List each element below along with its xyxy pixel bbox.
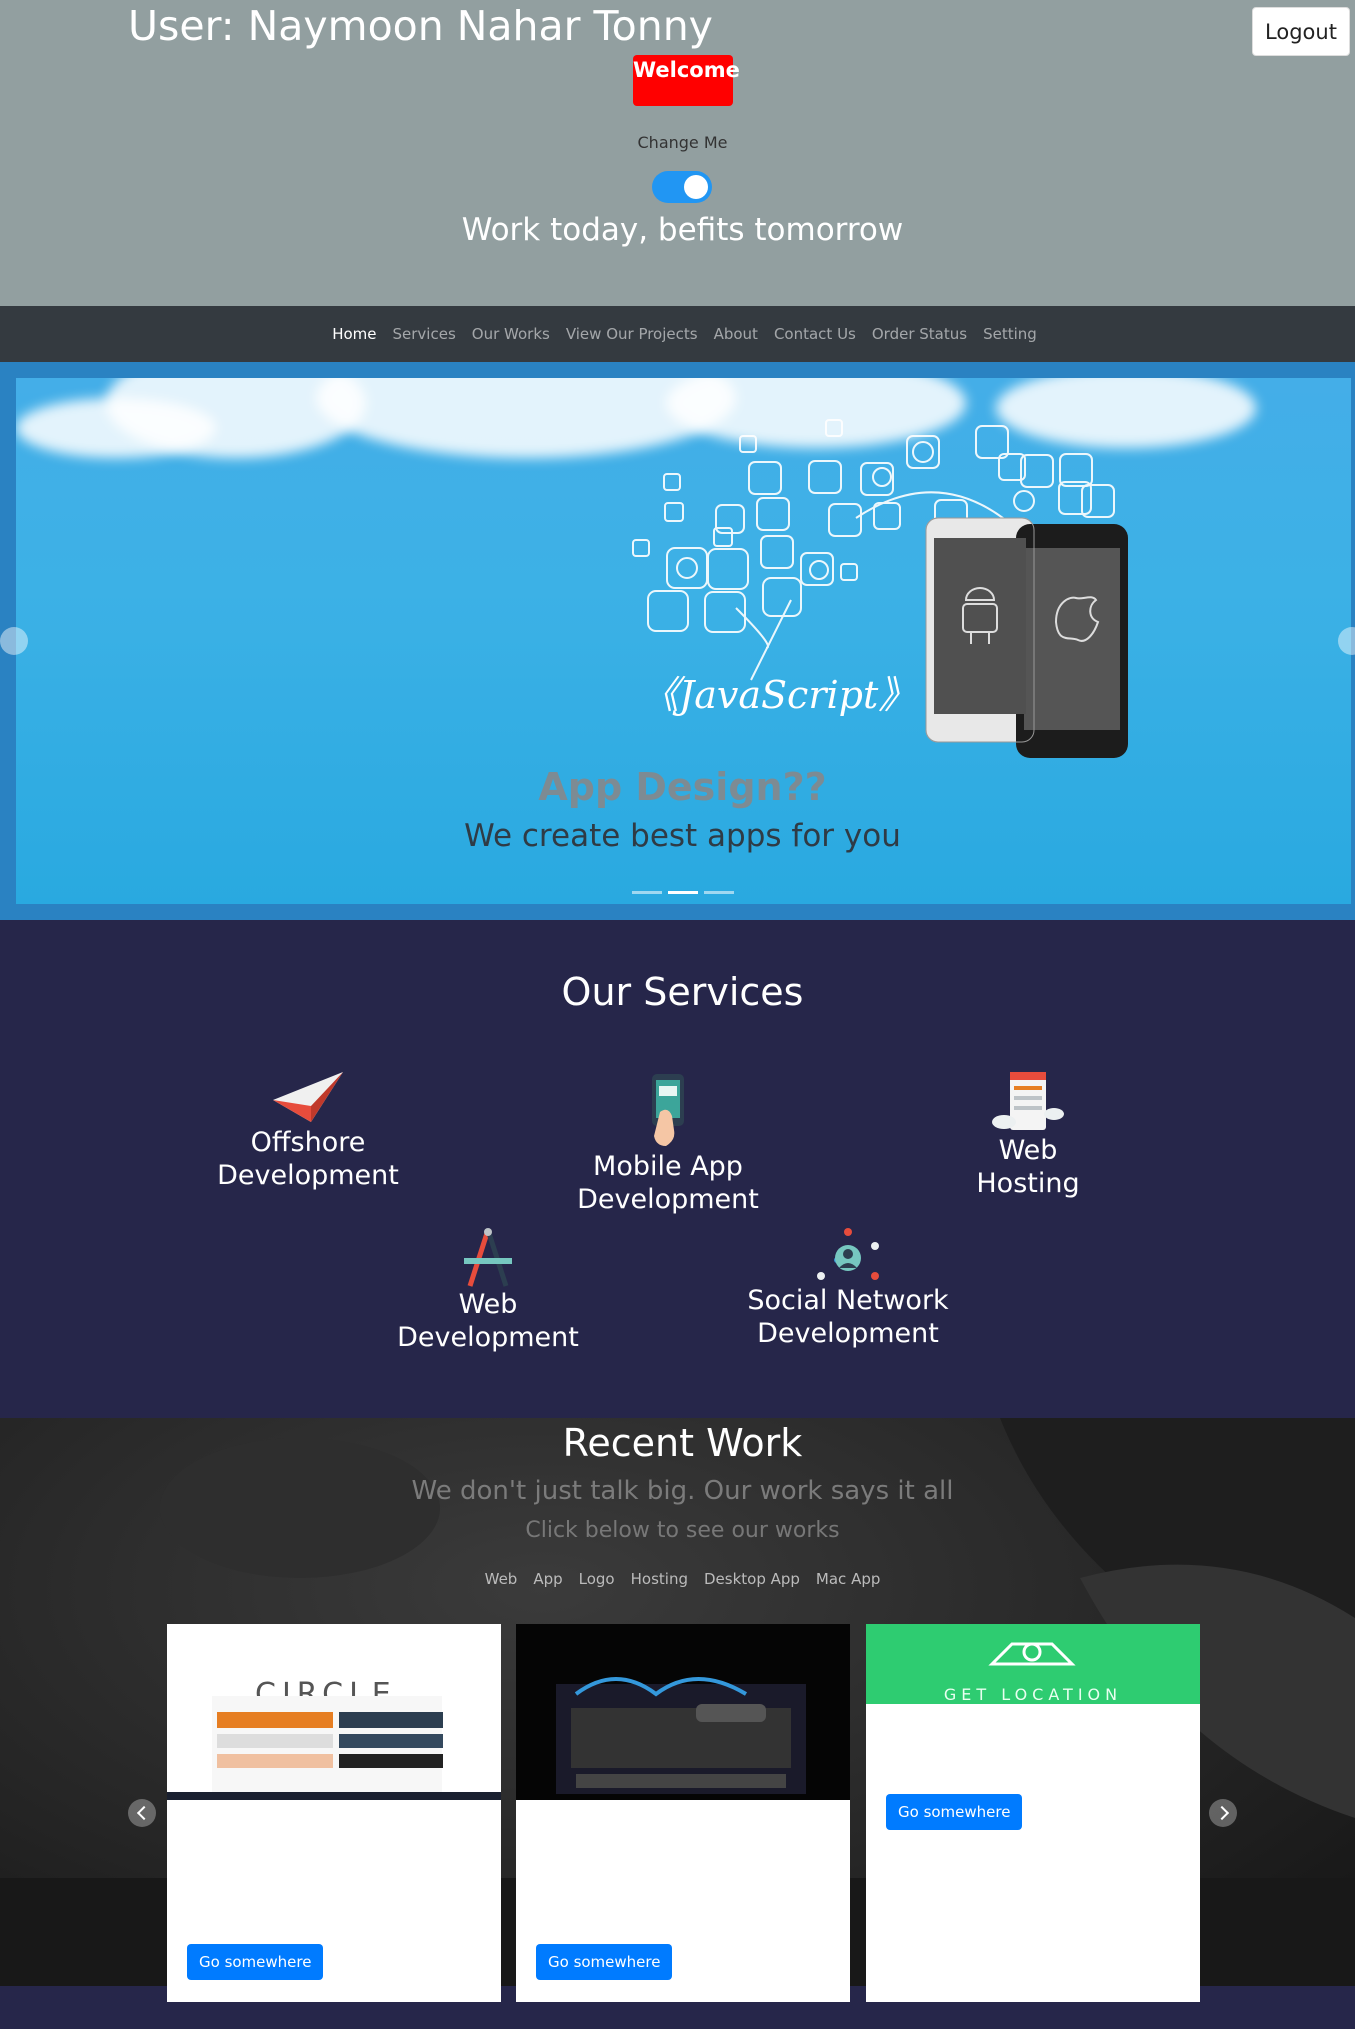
nav-view-our-projects[interactable]: View Our Projects bbox=[566, 325, 698, 343]
nav-our-works[interactable]: Our Works bbox=[472, 325, 550, 343]
work-card: CIRCLE Go somewhere bbox=[167, 1624, 501, 2002]
service-label: Mobile App bbox=[593, 1151, 743, 1182]
carousel-prev-button[interactable] bbox=[0, 627, 28, 655]
go-somewhere-button[interactable]: Go somewhere bbox=[886, 1794, 1023, 1830]
carousel-indicator[interactable] bbox=[632, 891, 662, 894]
service-label: Web bbox=[458, 1289, 518, 1320]
service-social-network-development[interactable]: Social Network Development bbox=[728, 1226, 968, 1350]
work-next-button[interactable] bbox=[1209, 1799, 1237, 1827]
card-image: CIRCLE bbox=[167, 1624, 501, 1800]
card-image-location-text: GET LOCATION bbox=[944, 1685, 1122, 1704]
service-label: Offshore bbox=[250, 1127, 366, 1158]
carousel-indicators bbox=[632, 891, 734, 894]
service-web-hosting[interactable]: Web Hosting bbox=[908, 1070, 1148, 1200]
service-web-development[interactable]: Web Development bbox=[368, 1226, 608, 1354]
service-label: Social Network bbox=[747, 1285, 949, 1316]
service-mobile-app-development[interactable]: Mobile App Development bbox=[548, 1072, 788, 1216]
javascript-slide-text: 《JavaScript》 bbox=[641, 673, 916, 717]
navbar: Home Services Our Works View Our Project… bbox=[0, 306, 1355, 362]
network-user-icon bbox=[817, 1228, 879, 1280]
filter-hosting[interactable]: Hosting bbox=[631, 1570, 688, 1588]
design-tools-icon bbox=[464, 1228, 512, 1287]
carousel-caption-subtitle: We create best apps for you bbox=[464, 818, 901, 854]
work-card: Go somewhere bbox=[516, 1624, 850, 2002]
filter-app[interactable]: App bbox=[533, 1570, 562, 1588]
nav-services[interactable]: Services bbox=[393, 325, 456, 343]
welcome-badge: Welcome bbox=[633, 55, 740, 106]
service-label: Development bbox=[217, 1160, 399, 1191]
recent-work-subtitle: We don't just talk big. Our work says it… bbox=[411, 1476, 954, 1506]
service-label: Hosting bbox=[976, 1168, 1080, 1199]
service-label: Development bbox=[757, 1318, 939, 1349]
carousel-indicator[interactable] bbox=[704, 891, 734, 894]
change-me-toggle[interactable] bbox=[652, 171, 712, 203]
services-title: Our Services bbox=[561, 970, 804, 1014]
nav-contact-us[interactable]: Contact Us bbox=[774, 325, 856, 343]
filter-mac-app[interactable]: Mac App bbox=[816, 1570, 880, 1588]
paper-plane-icon bbox=[273, 1072, 343, 1122]
toggle-knob bbox=[684, 175, 708, 199]
go-somewhere-button[interactable]: Go somewhere bbox=[536, 1944, 673, 1980]
phones-illustration bbox=[925, 517, 1128, 758]
logout-button[interactable]: Logout bbox=[1252, 7, 1350, 56]
recent-work-subtitle-2: Click below to see our works bbox=[525, 1518, 840, 1543]
user-title: User: Naymoon Nahar Tonny bbox=[128, 2, 713, 50]
nav-setting[interactable]: Setting bbox=[983, 325, 1037, 343]
carousel-indicator[interactable] bbox=[668, 891, 698, 894]
change-me-label: Change Me bbox=[637, 133, 728, 152]
filter-desktop-app[interactable]: Desktop App bbox=[704, 1570, 800, 1588]
work-prev-button[interactable] bbox=[128, 1799, 156, 1827]
carousel-caption-title: App Design?? bbox=[538, 765, 827, 809]
filter-logo[interactable]: Logo bbox=[579, 1570, 615, 1588]
service-label: Development bbox=[577, 1184, 759, 1215]
nav-home[interactable]: Home bbox=[332, 325, 376, 343]
server-cloud-icon bbox=[992, 1072, 1064, 1130]
service-label: Web bbox=[998, 1135, 1058, 1166]
motto: Work today, befits tomorrow bbox=[461, 212, 904, 248]
recent-work-title: Recent Work bbox=[562, 1421, 803, 1465]
card-image: GET LOCATION bbox=[866, 1624, 1200, 1704]
filter-web[interactable]: Web bbox=[485, 1570, 518, 1588]
nav-about[interactable]: About bbox=[714, 325, 758, 343]
go-somewhere-button[interactable]: Go somewhere bbox=[187, 1944, 324, 1980]
card-image bbox=[516, 1624, 850, 1800]
phone-touch-icon bbox=[652, 1074, 684, 1146]
service-label: Development bbox=[397, 1322, 579, 1353]
nav-order-status[interactable]: Order Status bbox=[872, 325, 967, 343]
service-offshore-development[interactable]: Offshore Development bbox=[188, 1070, 428, 1192]
work-filters: Web App Logo Hosting Desktop App Mac App bbox=[0, 1570, 1355, 1588]
work-card: GET LOCATION Go somewhere bbox=[866, 1624, 1200, 2002]
